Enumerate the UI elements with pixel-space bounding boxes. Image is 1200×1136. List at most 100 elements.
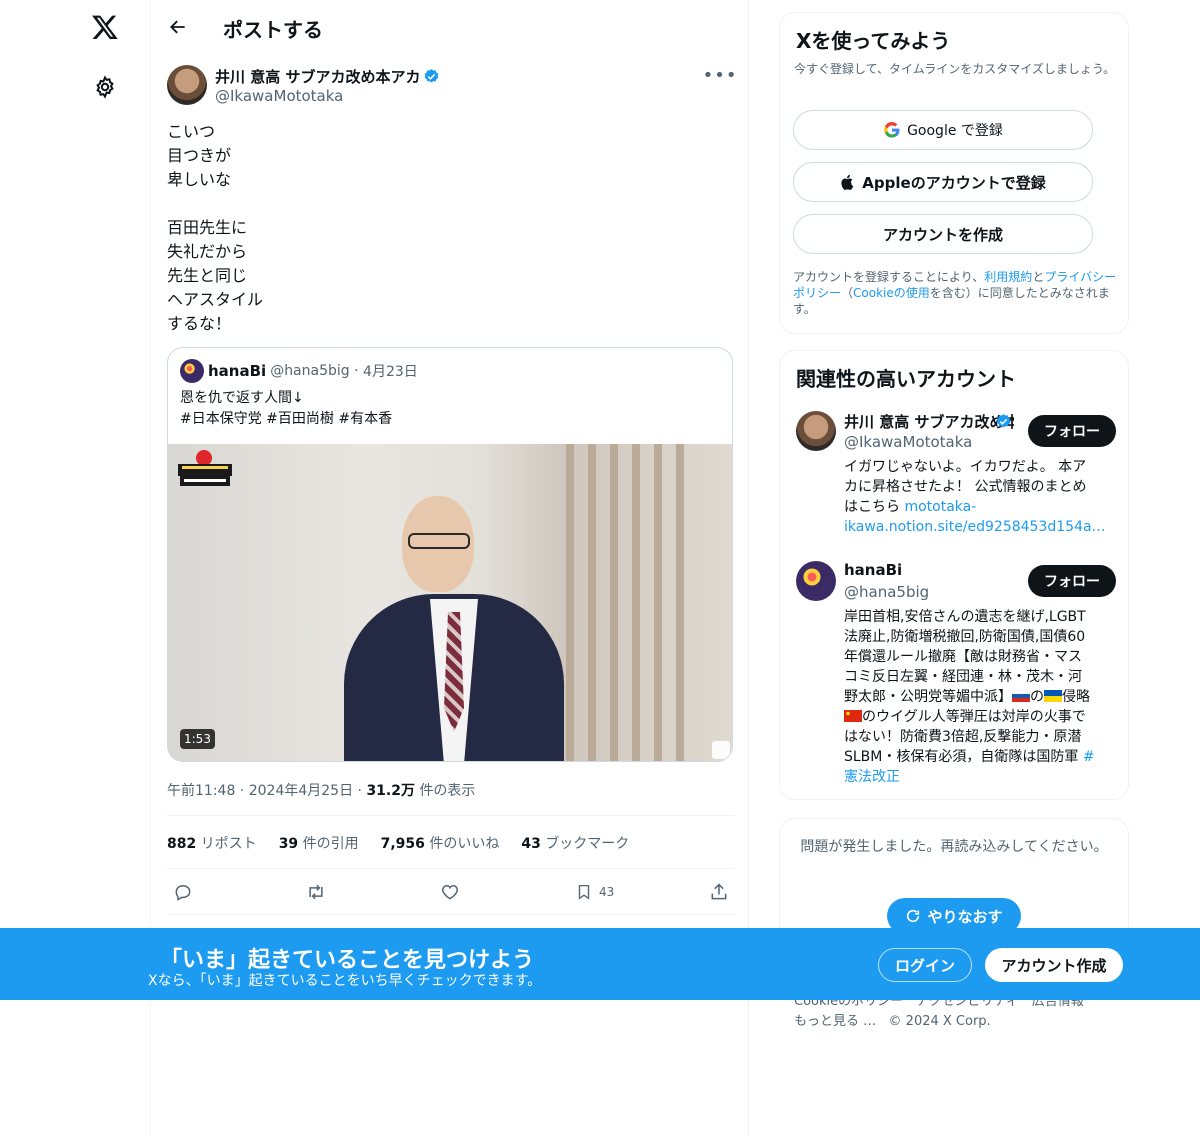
bio-text: SLBM・核保有必須，自衛隊は国防軍 (844, 749, 1083, 765)
related-name[interactable]: hanaBi (844, 561, 1014, 579)
top-bar: ポストする (151, 0, 750, 54)
related-user[interactable]: hanaBi @hana5big フォロー 岸田首相,安倍さんの遺志を継げ,LG… (796, 561, 1116, 791)
post-text-line: ヘアスタイル (167, 290, 264, 309)
post-text-line: 卑しいな (167, 170, 232, 189)
post-date[interactable]: 2024年4月25日 (249, 783, 353, 799)
bio-line: はない！防衛費3倍超,反撃能力・原潜 (844, 729, 1082, 745)
retry-label: やりなおす (927, 907, 1003, 926)
hashtag-link[interactable]: 憲法改正 (844, 769, 900, 785)
divider (167, 815, 734, 816)
post-actions: 43 (167, 872, 734, 912)
reply-icon[interactable] (173, 880, 193, 904)
china-flag-icon (844, 710, 862, 722)
separator-dot: · (349, 363, 364, 379)
quoted-post-header: hanaBi @hana5big · 4月23日 (180, 359, 418, 383)
follow-button[interactable]: フォロー (1028, 415, 1116, 447)
quote-count: 39 (278, 836, 299, 852)
author-handle[interactable]: @IkawaMototaka (215, 87, 343, 105)
channel-logo (178, 446, 238, 494)
related-title: 関連性の高いアカウント (796, 367, 1016, 391)
bookmark-icon[interactable]: 43 (575, 880, 614, 904)
repost-icon[interactable] (305, 880, 327, 904)
wall-slat (588, 444, 596, 761)
terms-link[interactable]: 利用規約 (984, 270, 1032, 284)
post-text-line: するな！ (167, 314, 232, 333)
gear-icon[interactable] (90, 72, 120, 102)
legal-text: と (1032, 270, 1045, 284)
related-user[interactable]: 井川 意高 サブアカ改め本アカ @IkawaMototaka フォロー イガワじ… (796, 411, 1116, 541)
bookmark-stat[interactable]: 43 ブックマーク (521, 833, 629, 853)
post-text-line: 先生と同じ (167, 266, 248, 285)
bio-line: 憲法改正 (844, 767, 1106, 787)
related-bio: 岸田首相,安倍さんの遺志を継げ,LGBT 法廃止,防衛増税撤回,防衛国債,国債6… (844, 607, 1106, 787)
post-text-line: 百田先生に (167, 218, 248, 237)
wall-slat (632, 444, 640, 761)
post-text: こいつ 目つきが 卑しいな 百田先生に 失礼だから 先生と同じ ヘアスタイル す… (167, 120, 727, 336)
cookie-link[interactable]: Cookieの使用 (853, 286, 930, 300)
bio-text: のウイグル人等弾圧は対岸の火事で (862, 709, 1086, 725)
video-player[interactable]: 1:53 (168, 444, 732, 761)
google-signup-button[interactable]: Google で登録 (793, 110, 1093, 150)
bio-line: イガワじゃないよ。イカワだよ。 本ア (844, 459, 1087, 475)
bio-line: カに昇格させたよ！ 公式情報のまとめ (844, 479, 1087, 495)
related-avatar[interactable] (796, 411, 836, 451)
post-text-line (167, 192, 727, 216)
bio-text: 侵略 (1062, 689, 1090, 705)
share-icon[interactable] (709, 880, 729, 904)
create-account-button[interactable]: アカウントを作成 (793, 214, 1093, 254)
more-link[interactable]: もっと見る … (794, 1014, 876, 1029)
verified-badge-icon (425, 69, 439, 83)
bookmark-action-count: 43 (599, 885, 615, 899)
x-logo-icon[interactable] (88, 10, 122, 44)
google-icon (884, 122, 900, 138)
apple-signup-label: Appleのアカウントで登録 (862, 173, 1046, 192)
follow-button[interactable]: フォロー (1028, 565, 1116, 597)
more-icon[interactable]: ••• (703, 64, 737, 86)
bio-text: の (1030, 689, 1044, 705)
login-button[interactable]: ログイン (878, 948, 972, 982)
view-count: 31.2万 (366, 783, 415, 799)
quoted-handle: @hana5big (270, 363, 350, 379)
hashtag-link[interactable]: # (1083, 749, 1095, 765)
banner-subtitle: Xなら、「いま」起きていることをいち早くチェックできます。 (148, 973, 542, 989)
video-duration: 1:53 (180, 729, 215, 749)
signup-card: Xを使ってみよう 今すぐ登録して、タイムラインをカスタマイズしましょう。 Goo… (779, 12, 1129, 334)
wall-slat (610, 444, 618, 761)
bio-line: のウイグル人等弾圧は対岸の火事で (844, 707, 1106, 727)
bookmark-count: 43 (521, 836, 541, 852)
footer-row: もっと見る … © 2024 X Corp. (794, 1012, 1114, 1032)
back-arrow-icon[interactable] (163, 12, 193, 42)
author-name-row[interactable]: 井川 意高 サブアカ改め本アカ (215, 66, 440, 87)
create-account-label: アカウントを作成 (882, 225, 1003, 244)
bookmark-label: ブックマーク (545, 836, 630, 852)
related-avatar[interactable] (796, 561, 836, 601)
bio-line: 法廃止,防衛増税撤回,防衛国債,国債60 (844, 629, 1086, 645)
repost-stat[interactable]: 882 リポスト (167, 833, 257, 853)
signup-button[interactable]: アカウント作成 (985, 948, 1123, 982)
author-name[interactable]: 井川 意高 サブアカ改め本アカ (215, 68, 420, 86)
signup-subtitle: 今すぐ登録して、タイムラインをカスタマイズしましょう。 (794, 62, 1116, 76)
quote-label: 件の引用 (302, 836, 359, 852)
bio-text: はこちら (844, 499, 905, 515)
apple-signup-button[interactable]: Appleのアカウントで登録 (793, 162, 1093, 202)
error-message: 問題が発生しました。再読み込みしてください。 (800, 839, 1108, 855)
like-icon[interactable] (440, 880, 460, 904)
bio-line: SLBM・核保有必須，自衛隊は国防軍 # (844, 747, 1106, 767)
quoted-avatar (180, 359, 204, 383)
divider (167, 914, 734, 915)
wall-slat (654, 444, 662, 761)
bio-link[interactable]: mototaka- (904, 499, 976, 515)
post-timestamp: 午前11:48 · 2024年4月25日 · 31.2万 件の表示 (167, 783, 476, 799)
quoted-name: hanaBi (208, 362, 267, 380)
quoted-text: 恩を仇で返す人間↓ #日本保守党 #百田尚樹 #有本香 (180, 388, 392, 430)
video-person-glasses (408, 533, 470, 549)
author-avatar[interactable] (167, 65, 207, 105)
wall-slat (676, 444, 684, 761)
like-stat[interactable]: 7,956 件のいいね (381, 833, 500, 853)
quoted-post[interactable]: hanaBi @hana5big · 4月23日 恩を仇で返す人間↓ #日本保守… (167, 347, 733, 762)
post-time[interactable]: 午前11:48 (167, 783, 235, 799)
related-name-row[interactable]: 井川 意高 サブアカ改め本アカ (844, 411, 1014, 432)
quote-stat[interactable]: 39 件の引用 (279, 833, 359, 853)
wall-slat (566, 444, 574, 761)
bio-link[interactable]: ikawa.notion.site/ed9258453d154a… (844, 519, 1106, 535)
